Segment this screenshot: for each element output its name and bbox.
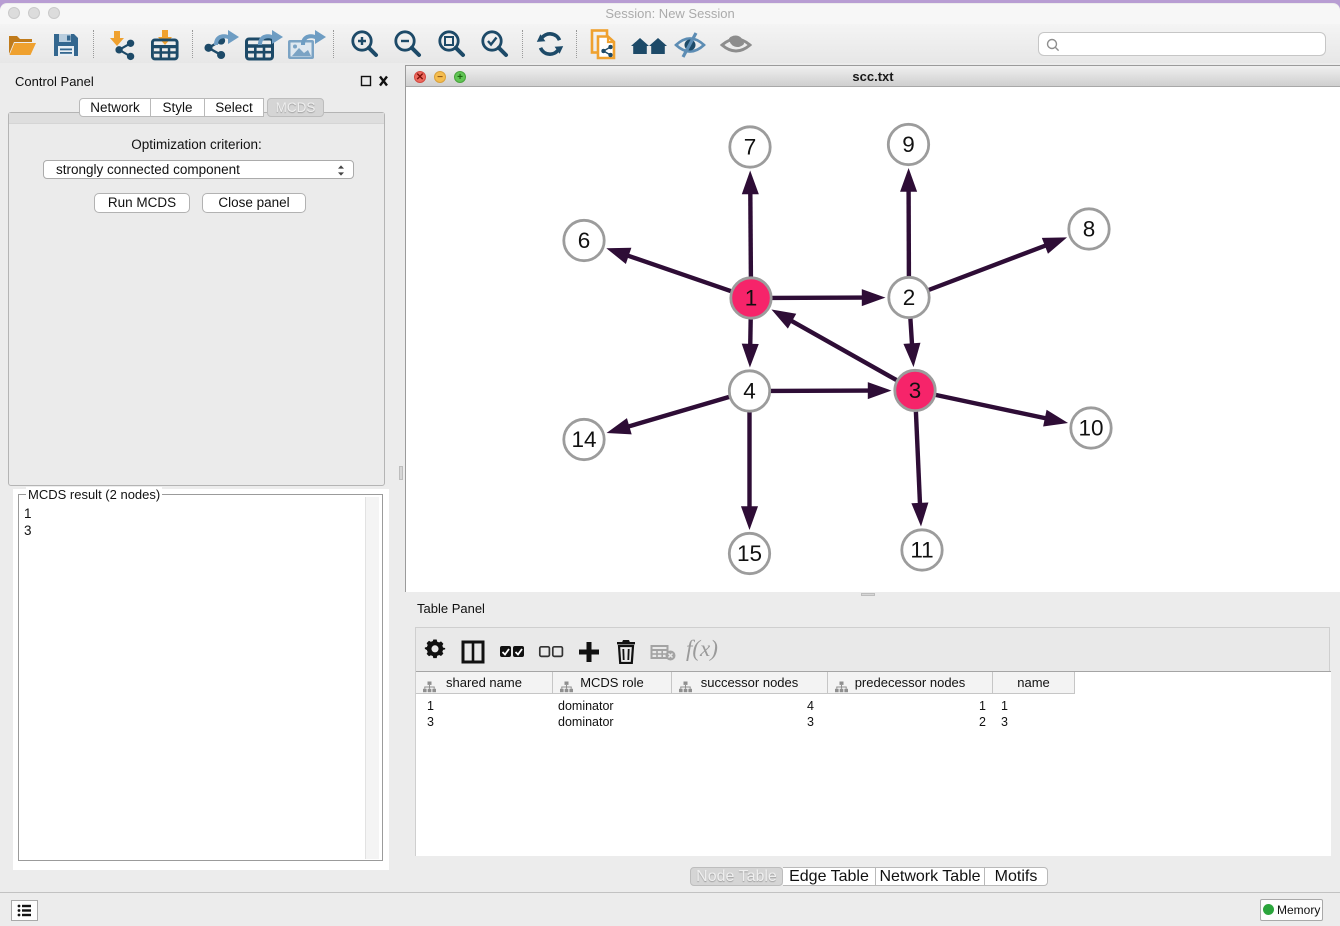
svg-text:4: 4 (743, 379, 756, 404)
svg-text:7: 7 (744, 135, 757, 160)
svg-text:9: 9 (902, 132, 915, 157)
svg-text:10: 10 (1078, 416, 1103, 441)
svg-text:1: 1 (745, 286, 758, 311)
svg-text:14: 14 (571, 427, 596, 452)
svg-text:15: 15 (737, 541, 762, 566)
svg-text:6: 6 (578, 228, 591, 253)
svg-text:11: 11 (910, 538, 933, 563)
svg-text:8: 8 (1083, 217, 1096, 242)
svg-text:3: 3 (909, 378, 922, 403)
svg-text:2: 2 (903, 285, 916, 310)
